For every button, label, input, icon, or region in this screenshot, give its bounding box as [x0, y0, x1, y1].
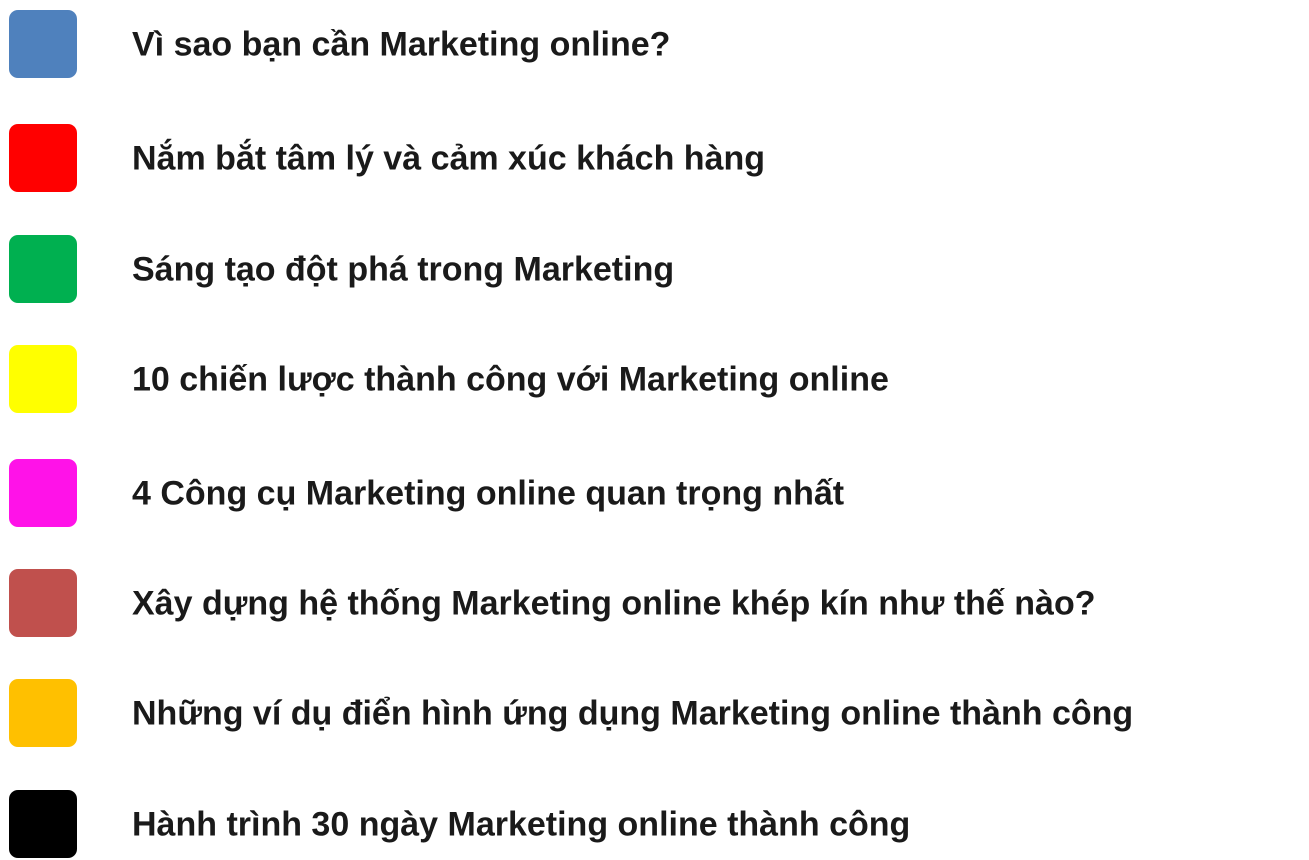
color-swatch: [9, 235, 77, 303]
color-swatch: [9, 569, 77, 637]
list-item: Sáng tạo đột phá trong Marketing: [0, 235, 1309, 305]
list-item: Nắm bắt tâm lý và cảm xúc khách hàng: [0, 124, 1309, 194]
item-label: Những ví dụ điển hình ứng dụng Marketing…: [132, 694, 1134, 733]
list-item: 10 chiến lược thành công với Marketing o…: [0, 345, 1309, 415]
item-label: 10 chiến lược thành công với Marketing o…: [132, 360, 889, 399]
list-item: Xây dựng hệ thống Marketing online khép …: [0, 569, 1309, 639]
item-label: Sáng tạo đột phá trong Marketing: [132, 250, 675, 289]
list-item: Hành trình 30 ngày Marketing online thàn…: [0, 790, 1309, 860]
item-label: Nắm bắt tâm lý và cảm xúc khách hàng: [132, 139, 766, 178]
item-label: Xây dựng hệ thống Marketing online khép …: [132, 584, 1096, 623]
item-label: Vì sao bạn cần Marketing online?: [132, 25, 671, 64]
color-swatch: [9, 345, 77, 413]
color-swatch: [9, 679, 77, 747]
list-item: 4 Công cụ Marketing online quan trọng nh…: [0, 459, 1309, 529]
topic-list: Vì sao bạn cần Marketing online? Nắm bắt…: [0, 0, 1309, 858]
color-swatch: [9, 790, 77, 858]
list-item: Những ví dụ điển hình ứng dụng Marketing…: [0, 679, 1309, 749]
item-label: Hành trình 30 ngày Marketing online thàn…: [132, 805, 911, 844]
list-item: Vì sao bạn cần Marketing online?: [0, 10, 1309, 80]
color-swatch: [9, 10, 77, 78]
color-swatch: [9, 459, 77, 527]
item-label: 4 Công cụ Marketing online quan trọng nh…: [132, 474, 845, 513]
color-swatch: [9, 124, 77, 192]
